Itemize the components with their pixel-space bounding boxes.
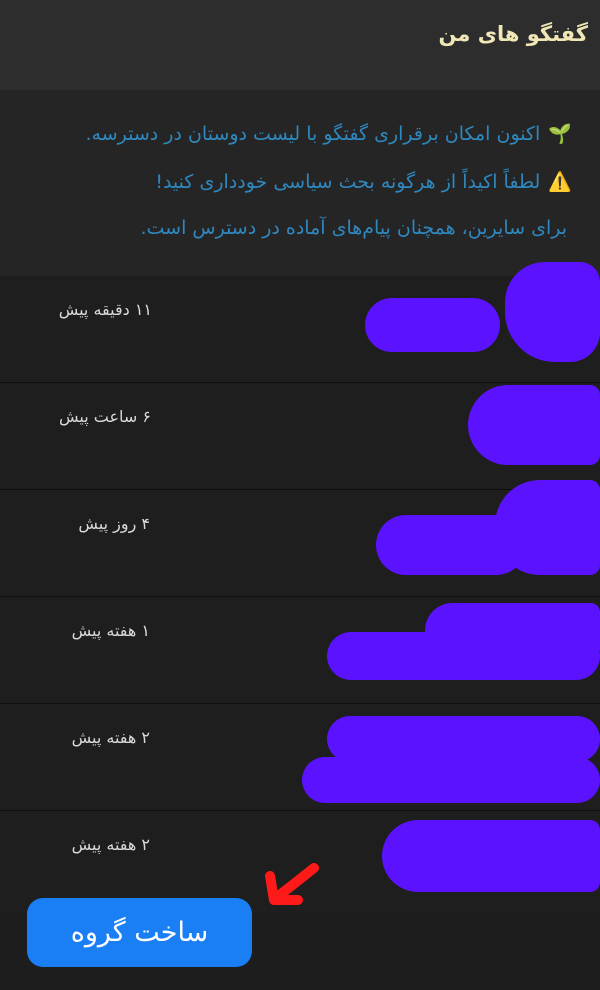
app-header: گفتگو های من	[0, 0, 600, 90]
create-group-button[interactable]: ساخت گروه	[27, 898, 252, 967]
conversation-time: ۲ هفته پیش	[71, 728, 150, 747]
notice-text-1: اکنون امکان برقراری گفتگو با لیست دوستان…	[85, 123, 541, 145]
warning-icon: ⚠️	[548, 171, 572, 193]
notice-line-2: ⚠️ لطفاً اکیداً از هرگونه بحث سیاسی خوددا…	[155, 170, 572, 193]
conversation-time: ۴ روز پیش	[78, 514, 150, 533]
seedling-icon: 🌱	[548, 123, 572, 145]
notice-line-1: 🌱 اکنون امکان برقراری گفتگو با لیست دوستا…	[86, 122, 572, 145]
conversation-time: ۶ ساعت پیش	[59, 407, 151, 426]
conversation-time: ۲ هفته پیش	[71, 835, 150, 854]
page-title: گفتگو های من	[438, 22, 589, 46]
arrow-annotation-icon	[265, 863, 319, 905]
notice-panel: 🌱 اکنون امکان برقراری گفتگو با لیست دوستا…	[0, 90, 600, 276]
conversation-time: ۱ هفته پیش	[71, 621, 150, 640]
notice-line-3: برای سایرین، همچنان پیام‌های آماده در دس…	[140, 217, 567, 239]
notice-text-2: لطفاً اکیداً از هرگونه بحث سیاسی خودداری…	[155, 171, 541, 193]
notice-text-3: برای سایرین، همچنان پیام‌های آماده در دس…	[140, 217, 567, 239]
conversation-time: ۱۱ دقیقه پیش	[58, 300, 152, 319]
